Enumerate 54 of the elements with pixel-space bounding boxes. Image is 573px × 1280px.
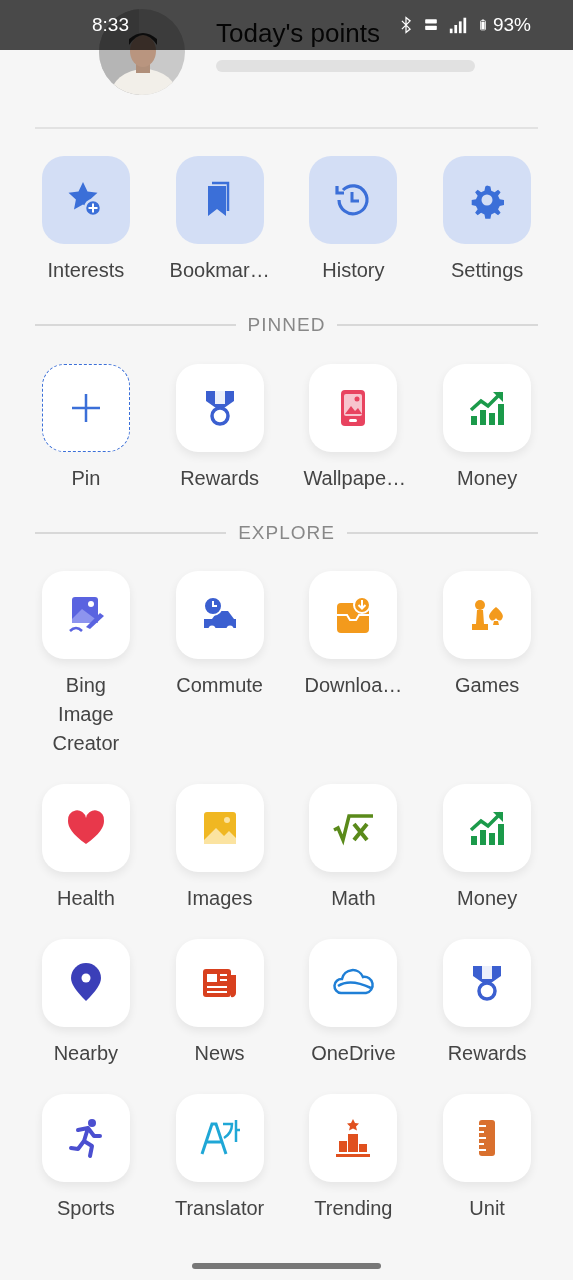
tile-label: Interests [47, 258, 125, 283]
app-tile[interactable] [443, 156, 532, 244]
tile-label: Settings [451, 258, 524, 283]
tile-label: Rewards [446, 1041, 528, 1066]
tile-label: Pin [70, 465, 102, 491]
tile-label: Math [330, 886, 377, 911]
app-tile[interactable] [443, 363, 532, 452]
app-tile[interactable] [41, 156, 130, 244]
tile-label: Health [55, 886, 116, 911]
gesture-handle[interactable] [192, 1263, 381, 1269]
tile-label: Sports [55, 1196, 116, 1221]
app-tile[interactable] [443, 1094, 532, 1182]
app-tile[interactable] [443, 784, 532, 872]
tile-label: Commute [175, 673, 264, 698]
app-tile[interactable] [309, 784, 398, 872]
tile-label: Money [456, 465, 519, 491]
app-tile[interactable] [309, 363, 398, 452]
app-tile[interactable] [41, 571, 130, 659]
tile-label: Nearby [52, 1041, 120, 1066]
app-tile[interactable] [309, 1094, 398, 1182]
battery-percent: 93% [492, 13, 531, 37]
points-title: Today's points [216, 17, 380, 50]
tile-label: Bing Image Creator [51, 673, 121, 756]
app-tile[interactable] [443, 939, 532, 1027]
app-tile[interactable] [41, 1094, 130, 1182]
tile-label: Images [185, 886, 254, 911]
tile-label: History [322, 258, 385, 283]
app-tile[interactable] [309, 571, 398, 659]
app-tile[interactable] [175, 363, 264, 452]
tile-label: Translator [173, 1196, 266, 1221]
app-tile[interactable] [309, 156, 398, 244]
app-tile[interactable] [41, 363, 130, 452]
section-heading: EXPLORE [238, 520, 335, 545]
tile-label: News [193, 1041, 246, 1066]
tile-label: OneDrive [310, 1041, 397, 1066]
tile-label: Bookmar… [169, 258, 270, 283]
app-tile[interactable] [309, 939, 398, 1027]
app-tile[interactable] [175, 571, 264, 659]
app-tile[interactable] [41, 784, 130, 872]
tile-label: Games [453, 673, 521, 698]
app-tile[interactable] [175, 939, 264, 1027]
app-tile[interactable] [175, 784, 264, 872]
section-heading: PINNED [247, 313, 326, 337]
tile-label: Money [456, 886, 519, 911]
tile-label: Downloa… [303, 673, 404, 698]
app-tile[interactable] [175, 156, 264, 244]
tile-label: Rewards [179, 465, 261, 491]
app-tile[interactable] [41, 939, 130, 1027]
app-tile[interactable] [175, 1094, 264, 1182]
status-time: 8:33 [92, 13, 129, 37]
tile-label: Wallpape… [303, 465, 404, 491]
app-tile[interactable] [443, 571, 532, 659]
tile-label: Unit [468, 1196, 506, 1221]
tile-label: Trending [313, 1196, 394, 1221]
